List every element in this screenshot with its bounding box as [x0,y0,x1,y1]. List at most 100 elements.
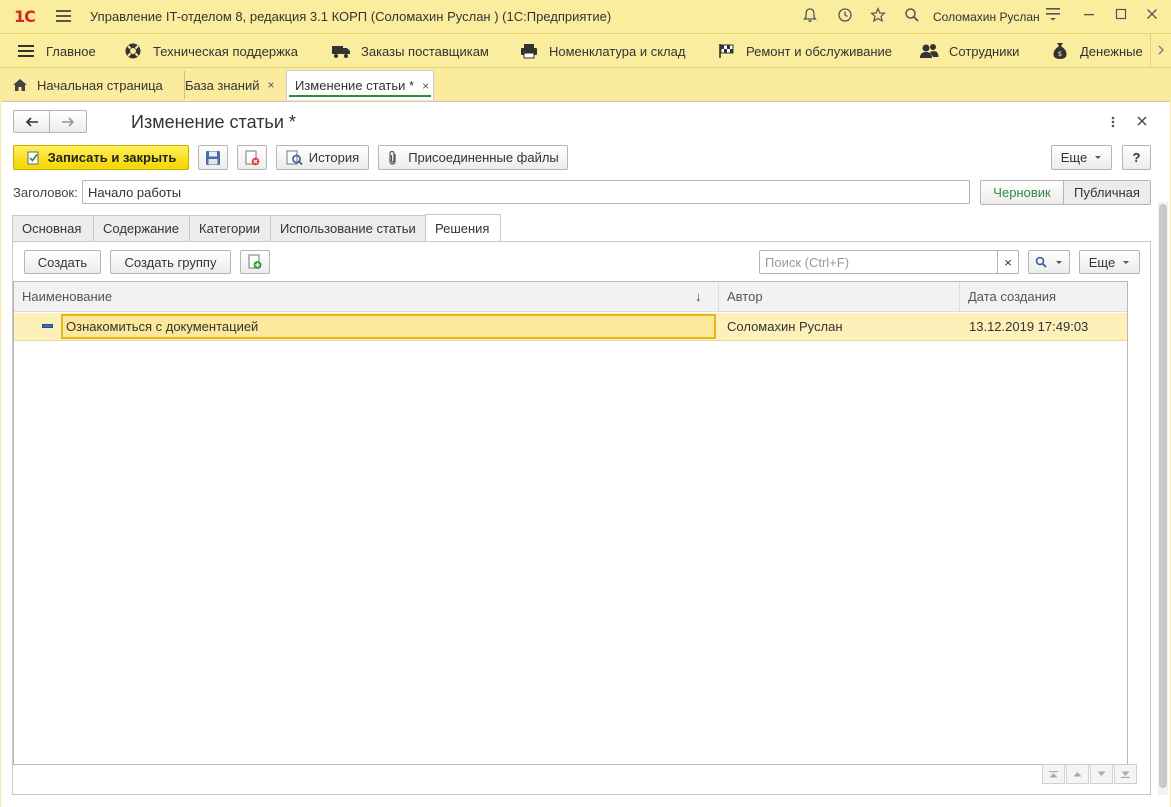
help-button[interactable]: ? [1122,145,1151,170]
section-main[interactable]: Главное [16,34,96,68]
chevron-down-icon [1095,156,1102,159]
save-button[interactable] [198,145,228,170]
lifebuoy-icon [123,41,143,61]
post-and-delete-button[interactable] [237,145,267,170]
form-scrollbar[interactable] [1158,202,1168,795]
heading-input[interactable]: Начало работы [82,180,970,204]
tab-categories[interactable]: Категории [189,215,271,241]
section-money[interactable]: $ Денежные [1050,34,1143,68]
tab-knowledge-base[interactable]: База знаний × [177,71,300,99]
column-title: Наименование [22,289,113,304]
history-icon[interactable] [836,7,854,25]
add-from-file-button[interactable] [240,250,270,274]
tab-label: База знаний [185,77,260,93]
tab-home[interactable]: Начальная страница [4,71,185,99]
section-label: Ремонт и обслуживание [746,43,892,59]
main-menu-icon[interactable] [56,10,71,22]
section-label: Денежные [1080,43,1143,59]
save-and-close-button[interactable]: Записать и закрыть [13,145,189,170]
tab-edit-article[interactable]: Изменение статьи * × [286,70,434,100]
create-group-button[interactable]: Создать группу [110,250,231,274]
more-button[interactable]: Еще [1051,145,1112,170]
search-options-button[interactable] [1028,250,1070,274]
chevron-down-icon [1056,260,1062,264]
column-header-created[interactable]: Дата создания [960,282,1127,312]
solutions-table[interactable]: Наименование ↓ Автор Дата создания Ознак… [13,281,1128,765]
flag-icon [716,41,736,61]
section-supplier-orders[interactable]: Заказы поставщикам [331,34,489,68]
more-label: Еще [1088,254,1116,270]
cell-created[interactable]: 13.12.2019 17:49:03 [969,313,1088,340]
section-label: Сотрудники [949,43,1020,59]
chevron-down-icon [1123,260,1130,264]
section-label: Номенклатура и склад [549,43,686,59]
tab-content[interactable]: Содержание [93,215,190,241]
history-label: История [308,150,360,165]
open-windows-bar: Начальная страница База знаний × Изменен… [0,67,1171,101]
column-header-name[interactable]: Наименование ↓ [14,282,719,312]
floppy-disk-icon [206,150,220,165]
bell-icon[interactable] [801,7,819,25]
sections-scroll-right[interactable] [1150,34,1171,66]
star-icon[interactable] [869,6,887,25]
section-nomenclature[interactable]: Номенклатура и склад [519,34,685,68]
column-header-author[interactable]: Автор [719,282,960,312]
attached-files-label: Присоединенные файлы [408,150,559,165]
tab-label: Изменение статьи * [295,78,415,93]
first-page-icon [1049,770,1058,777]
scroll-bottom-button[interactable] [1114,764,1137,784]
section-tech-support[interactable]: Техническая поддержка [123,34,298,68]
maximize-icon[interactable] [1112,7,1130,25]
close-window-icon[interactable] [1143,7,1161,25]
search-icon [1035,256,1047,268]
home-icon [13,79,27,91]
last-page-icon [1121,771,1130,778]
more-vertical-icon[interactable] [1107,113,1119,131]
status-draft-toggle[interactable]: Черновик [980,180,1064,205]
tab-label: Начальная страница [37,77,163,93]
close-form-icon[interactable] [1137,114,1149,128]
heading-label: Заголовок: [13,185,78,200]
tab-main[interactable]: Основная [12,215,94,241]
truck-icon [331,41,351,61]
title-bar: 1С Управление IT-отделом 8, редакция 3.1… [0,0,1171,33]
list-more-button[interactable]: Еще [1079,250,1140,274]
cell-name[interactable]: Ознакомиться с документацией [61,314,716,339]
money-bag-icon: $ [1050,41,1070,61]
search-icon[interactable] [903,7,921,25]
row-name: Ознакомиться с документацией [66,319,259,334]
tab-article-usage[interactable]: Использование статьи [270,215,426,241]
cell-author[interactable]: Соломахин Руслан [727,313,843,340]
chevron-right-icon [1158,45,1164,55]
tab-solutions[interactable]: Решения [425,214,501,242]
close-tab-icon[interactable]: × [422,79,429,93]
scrollbar-thumb[interactable] [1159,204,1167,788]
attached-files-button[interactable]: Присоединенные файлы [378,145,568,170]
scroll-top-button[interactable] [1042,764,1065,784]
minimize-icon[interactable] [1080,7,1098,25]
close-tab-icon[interactable]: × [268,78,275,92]
user-name[interactable]: Соломахин Руслан [933,10,1040,24]
table-row[interactable]: Ознакомиться с документацией Соломахин Р… [14,313,1127,341]
svg-text:$: $ [1058,50,1062,58]
back-button[interactable] [13,110,50,133]
settings-icon[interactable] [1044,7,1062,25]
create-button[interactable]: Создать [24,250,101,274]
search-input[interactable]: Поиск (Ctrl+F) [759,250,998,274]
scroll-down-button[interactable] [1090,764,1113,784]
section-repair[interactable]: Ремонт и обслуживание [716,34,892,68]
chevron-up-icon [1073,772,1082,777]
active-tab-underline [289,95,431,97]
scroll-up-button[interactable] [1066,764,1089,784]
document-search-icon [286,150,303,165]
search-placeholder: Поиск (Ctrl+F) [765,254,850,270]
sort-arrow-icon: ↓ [695,289,702,304]
column-title: Автор [727,289,763,304]
history-button[interactable]: История [276,145,369,170]
forward-button[interactable] [49,110,87,133]
menu-icon [16,41,36,61]
status-public-toggle[interactable]: Публичная [1063,180,1151,205]
section-employees[interactable]: Сотрудники [919,34,1019,68]
row-created: 13.12.2019 17:49:03 [969,319,1089,334]
search-clear-button[interactable]: × [997,250,1019,274]
